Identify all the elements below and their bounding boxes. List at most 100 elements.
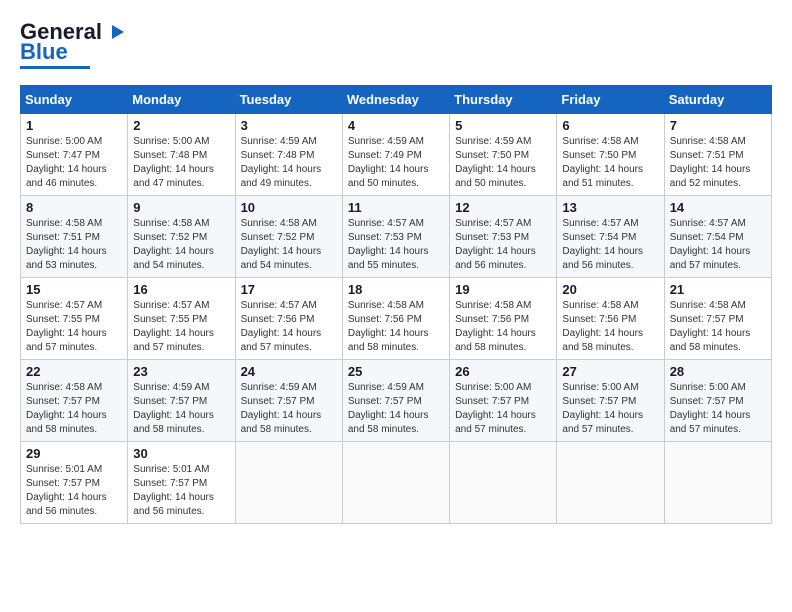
calendar-day-cell: 10Sunrise: 4:58 AM Sunset: 7:52 PM Dayli…	[235, 196, 342, 278]
calendar-day-cell	[557, 442, 664, 524]
day-number: 10	[241, 200, 337, 215]
calendar-header-row: SundayMondayTuesdayWednesdayThursdayFrid…	[21, 86, 772, 114]
calendar-week-row: 8 Sunrise: 4:58 AM Sunset: 7:51 PM Daylig…	[21, 196, 772, 278]
day-info: Sunrise: 4:59 AM Sunset: 7:50 PM Dayligh…	[455, 135, 551, 191]
day-info: Sunrise: 5:00 AM Sunset: 7:47 PM Dayligh…	[26, 135, 122, 191]
calendar-day-cell	[342, 442, 449, 524]
day-info: Sunrise: 4:59 AM Sunset: 7:57 PM Dayligh…	[133, 381, 229, 437]
day-of-week-header: Thursday	[450, 86, 557, 114]
day-number: 14	[670, 200, 766, 215]
day-number: 21	[670, 282, 766, 297]
day-number: 8	[26, 200, 122, 215]
day-number: 13	[562, 200, 658, 215]
day-info: Sunrise: 4:58 AM Sunset: 7:51 PM Dayligh…	[26, 217, 122, 273]
day-number: 9	[133, 200, 229, 215]
day-number: 6	[562, 118, 658, 133]
calendar-day-cell: 11 Sunrise: 4:57 AM Sunset: 7:53 PM Dayli…	[342, 196, 449, 278]
day-info: Sunrise: 4:59 AM Sunset: 7:49 PM Dayligh…	[348, 135, 444, 191]
day-of-week-header: Saturday	[664, 86, 771, 114]
day-info: Sunrise: 4:57 AM Sunset: 7:56 PM Dayligh…	[241, 299, 337, 355]
day-number: 19	[455, 282, 551, 297]
calendar-day-cell: 16 Sunrise: 4:57 AM Sunset: 7:55 PM Dayli…	[128, 278, 235, 360]
calendar-day-cell: 6 Sunrise: 4:58 AM Sunset: 7:50 PM Daylig…	[557, 114, 664, 196]
day-number: 30	[133, 446, 229, 461]
day-of-week-header: Monday	[128, 86, 235, 114]
calendar-week-row: 22 Sunrise: 4:58 AM Sunset: 7:57 PM Dayli…	[21, 360, 772, 442]
calendar-day-cell: 26 Sunrise: 5:00 AM Sunset: 7:57 PM Dayli…	[450, 360, 557, 442]
day-number: 22	[26, 364, 122, 379]
day-number: 11	[348, 200, 444, 215]
calendar-day-cell: 14 Sunrise: 4:57 AM Sunset: 7:54 PM Dayli…	[664, 196, 771, 278]
calendar-day-cell: 8 Sunrise: 4:58 AM Sunset: 7:51 PM Daylig…	[21, 196, 128, 278]
day-info: Sunrise: 4:57 AM Sunset: 7:54 PM Dayligh…	[670, 217, 766, 273]
calendar-day-cell: 30 Sunrise: 5:01 AM Sunset: 7:57 PM Dayli…	[128, 442, 235, 524]
day-info: Sunrise: 4:58 AM Sunset: 7:56 PM Dayligh…	[348, 299, 444, 355]
day-number: 29	[26, 446, 122, 461]
day-of-week-header: Tuesday	[235, 86, 342, 114]
day-of-week-header: Wednesday	[342, 86, 449, 114]
day-number: 12	[455, 200, 551, 215]
day-number: 26	[455, 364, 551, 379]
day-of-week-header: Sunday	[21, 86, 128, 114]
day-number: 1	[26, 118, 122, 133]
day-number: 23	[133, 364, 229, 379]
calendar-day-cell: 5 Sunrise: 4:59 AM Sunset: 7:50 PM Daylig…	[450, 114, 557, 196]
calendar-day-cell: 17 Sunrise: 4:57 AM Sunset: 7:56 PM Dayli…	[235, 278, 342, 360]
calendar-day-cell	[235, 442, 342, 524]
calendar-week-row: 15 Sunrise: 4:57 AM Sunset: 7:55 PM Dayli…	[21, 278, 772, 360]
calendar-table: SundayMondayTuesdayWednesdayThursdayFrid…	[20, 85, 772, 524]
day-info: Sunrise: 4:58 AM Sunset: 7:57 PM Dayligh…	[26, 381, 122, 437]
calendar-day-cell: 20 Sunrise: 4:58 AM Sunset: 7:56 PM Dayli…	[557, 278, 664, 360]
calendar-day-cell: 12 Sunrise: 4:57 AM Sunset: 7:53 PM Dayli…	[450, 196, 557, 278]
calendar-day-cell: 2 Sunrise: 5:00 AM Sunset: 7:48 PM Daylig…	[128, 114, 235, 196]
calendar-day-cell: 19 Sunrise: 4:58 AM Sunset: 7:56 PM Dayli…	[450, 278, 557, 360]
day-info: Sunrise: 4:58 AM Sunset: 7:51 PM Dayligh…	[670, 135, 766, 191]
logo-text-blue: Blue	[20, 40, 68, 64]
calendar-day-cell: 22 Sunrise: 4:58 AM Sunset: 7:57 PM Dayli…	[21, 360, 128, 442]
day-info: Sunrise: 5:00 AM Sunset: 7:48 PM Dayligh…	[133, 135, 229, 191]
day-info: Sunrise: 5:00 AM Sunset: 7:57 PM Dayligh…	[562, 381, 658, 437]
calendar-day-cell: 21 Sunrise: 4:58 AM Sunset: 7:57 PM Dayli…	[664, 278, 771, 360]
day-info: Sunrise: 4:59 AM Sunset: 7:48 PM Dayligh…	[241, 135, 337, 191]
calendar-day-cell: 27Sunrise: 5:00 AM Sunset: 7:57 PM Dayli…	[557, 360, 664, 442]
calendar-day-cell: 29Sunrise: 5:01 AM Sunset: 7:57 PM Dayli…	[21, 442, 128, 524]
calendar-day-cell: 28 Sunrise: 5:00 AM Sunset: 7:57 PM Dayli…	[664, 360, 771, 442]
day-number: 5	[455, 118, 551, 133]
calendar-day-cell: 9 Sunrise: 4:58 AM Sunset: 7:52 PM Daylig…	[128, 196, 235, 278]
day-info: Sunrise: 4:58 AM Sunset: 7:50 PM Dayligh…	[562, 135, 658, 191]
calendar-week-row: 29 Sunrise: 5:01 AM Sunset: 7:57 PM Dayli…	[21, 442, 772, 524]
day-info: Sunrise: 4:57 AM Sunset: 7:54 PM Dayligh…	[562, 217, 658, 273]
calendar-day-cell: 3Sunrise: 4:59 AM Sunset: 7:48 PM Daylig…	[235, 114, 342, 196]
day-number: 7	[670, 118, 766, 133]
day-number: 16	[133, 282, 229, 297]
day-number: 20	[562, 282, 658, 297]
day-number: 25	[348, 364, 444, 379]
day-info: Sunrise: 4:57 AM Sunset: 7:53 PM Dayligh…	[455, 217, 551, 273]
calendar-day-cell	[450, 442, 557, 524]
calendar-day-cell: 7 Sunrise: 4:58 AM Sunset: 7:51 PM Daylig…	[664, 114, 771, 196]
day-info: Sunrise: 5:00 AM Sunset: 7:57 PM Dayligh…	[670, 381, 766, 437]
day-number: 2	[133, 118, 229, 133]
day-info: Sunrise: 4:59 AM Sunset: 7:57 PM Dayligh…	[241, 381, 337, 437]
calendar-day-cell	[664, 442, 771, 524]
day-info: Sunrise: 4:57 AM Sunset: 7:53 PM Dayligh…	[348, 217, 444, 273]
day-info: Sunrise: 4:57 AM Sunset: 7:55 PM Dayligh…	[26, 299, 122, 355]
day-info: Sunrise: 4:58 AM Sunset: 7:57 PM Dayligh…	[670, 299, 766, 355]
day-number: 4	[348, 118, 444, 133]
logo: General Blue	[20, 20, 126, 69]
day-number: 24	[241, 364, 337, 379]
day-number: 17	[241, 282, 337, 297]
day-info: Sunrise: 4:57 AM Sunset: 7:55 PM Dayligh…	[133, 299, 229, 355]
calendar-day-cell: 23 Sunrise: 4:59 AM Sunset: 7:57 PM Dayli…	[128, 360, 235, 442]
day-info: Sunrise: 4:58 AM Sunset: 7:56 PM Dayligh…	[455, 299, 551, 355]
day-info: Sunrise: 4:58 AM Sunset: 7:56 PM Dayligh…	[562, 299, 658, 355]
calendar-day-cell: 13 Sunrise: 4:57 AM Sunset: 7:54 PM Dayli…	[557, 196, 664, 278]
day-info: Sunrise: 5:00 AM Sunset: 7:57 PM Dayligh…	[455, 381, 551, 437]
calendar-day-cell: 1 Sunrise: 5:00 AM Sunset: 7:47 PM Daylig…	[21, 114, 128, 196]
day-info: Sunrise: 5:01 AM Sunset: 7:57 PM Dayligh…	[133, 463, 229, 519]
day-number: 28	[670, 364, 766, 379]
day-info: Sunrise: 4:58 AM Sunset: 7:52 PM Dayligh…	[133, 217, 229, 273]
calendar-day-cell: 18Sunrise: 4:58 AM Sunset: 7:56 PM Dayli…	[342, 278, 449, 360]
day-of-week-header: Friday	[557, 86, 664, 114]
day-number: 15	[26, 282, 122, 297]
